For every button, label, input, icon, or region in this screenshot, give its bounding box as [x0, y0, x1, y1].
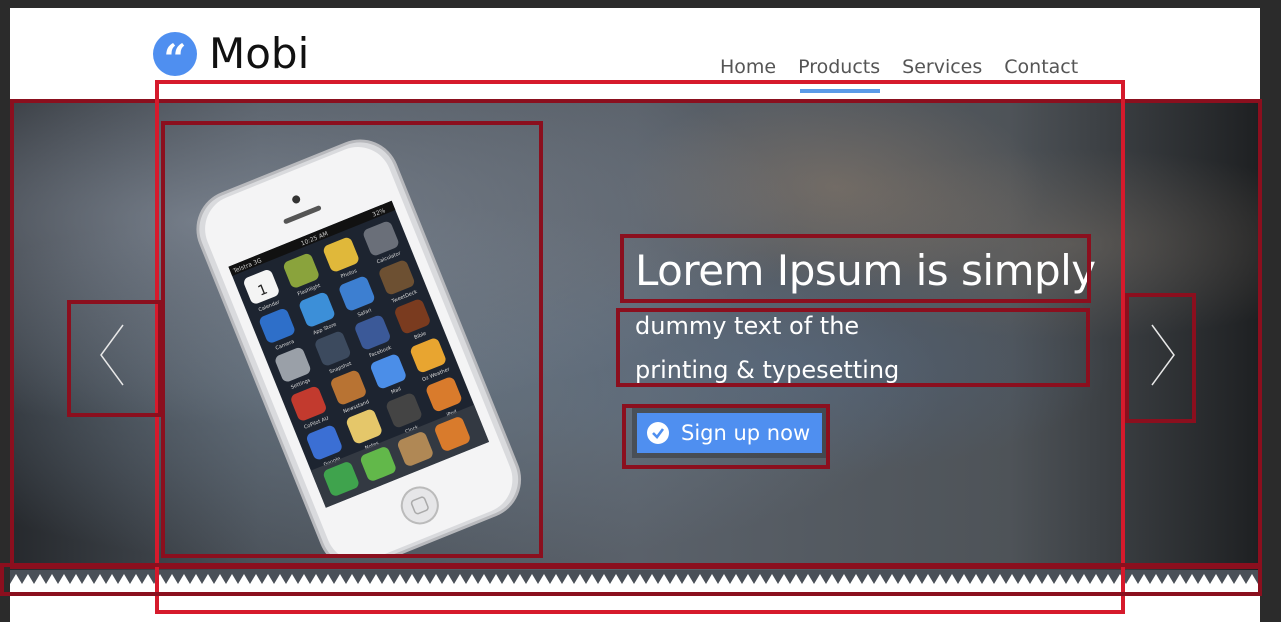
brand-name: Mobi [209, 29, 310, 78]
prev-slide-button[interactable] [68, 300, 158, 410]
hero-title: Lorem Ipsum is simply [635, 246, 1096, 295]
nav-home[interactable]: Home [720, 56, 776, 93]
chevron-right-icon [1151, 324, 1175, 386]
next-slide-button[interactable] [1128, 300, 1196, 410]
hero-subtitle-line1: dummy text of the [635, 312, 860, 340]
hero-subtitle: dummy text of the printing & typesetting [635, 304, 899, 392]
main-nav: Home Products Services Contact [720, 56, 1100, 93]
quote-icon: “ [153, 32, 197, 80]
page: “ Mobi Home Products Services Contact Te… [10, 8, 1260, 622]
sign-up-label: Sign up now [681, 421, 811, 445]
hero-subtitle-line2: printing & typesetting [635, 356, 900, 384]
nav-products[interactable]: Products [798, 56, 881, 93]
check-circle-icon [647, 422, 669, 444]
nav-services[interactable]: Services [902, 56, 982, 93]
iphone-photo: Telstra 3G 10:25 AM 32% Calendar Flashlig… [165, 130, 540, 570]
chevron-left-icon [100, 324, 124, 386]
zigzag-divider [10, 570, 1260, 584]
sign-up-button[interactable]: Sign up now [637, 413, 823, 453]
nav-contact[interactable]: Contact [1004, 56, 1078, 93]
logo[interactable]: “ Mobi [153, 29, 310, 80]
hero-slider: Telstra 3G 10:25 AM 32% Calendar Flashlig… [10, 100, 1260, 580]
